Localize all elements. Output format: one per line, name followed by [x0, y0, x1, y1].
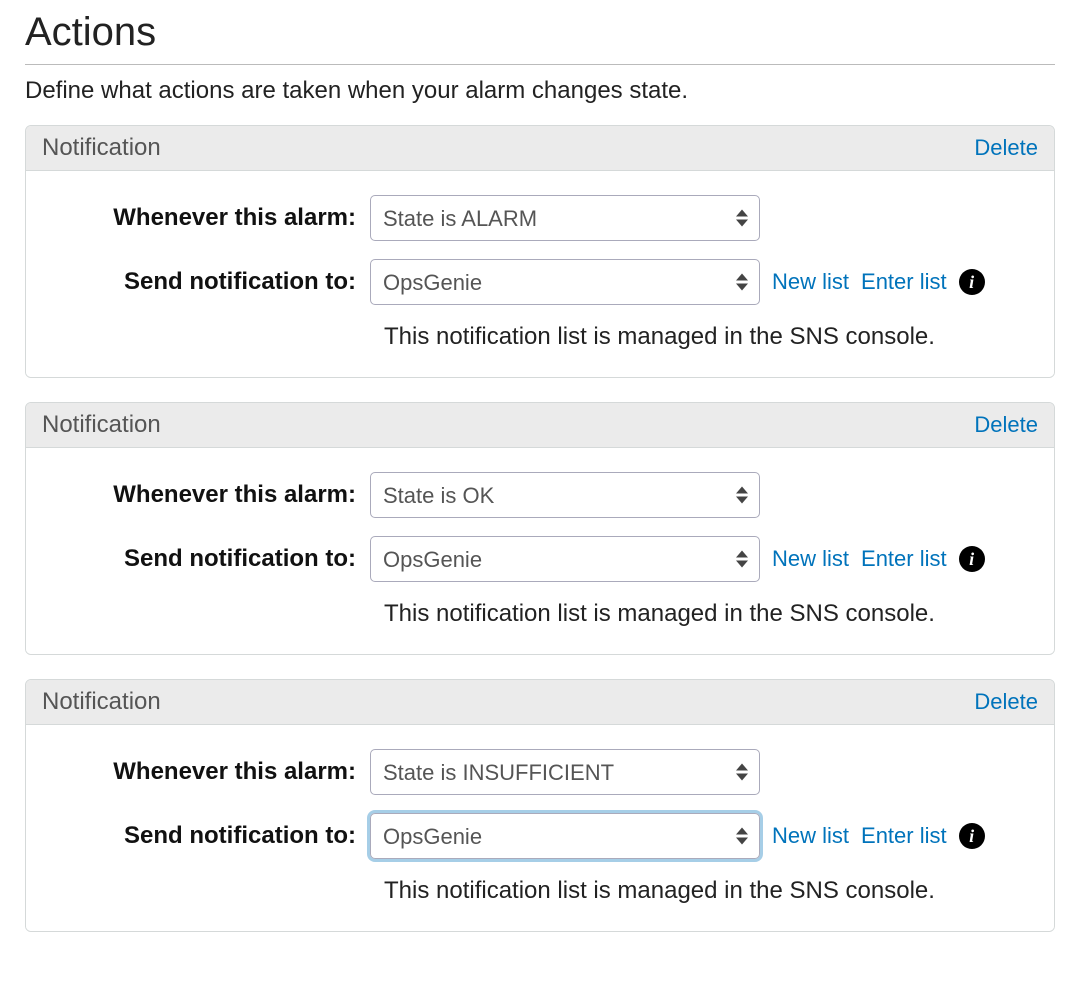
sendto-label: Send notification to: — [50, 268, 370, 296]
form-row-target: Send notification to: OpsGenie New list … — [50, 536, 1030, 582]
notification-panel: Notification Delete Whenever this alarm:… — [25, 125, 1055, 378]
target-select-wrap: OpsGenie — [370, 813, 760, 859]
state-controls: State is INSUFFICIENT — [370, 749, 1030, 795]
panel-title: Notification — [42, 134, 161, 162]
target-select-wrap: OpsGenie — [370, 536, 760, 582]
state-select-wrap: State is ALARM — [370, 195, 760, 241]
info-icon[interactable]: i — [959, 546, 985, 572]
target-controls: OpsGenie New list Enter list i — [370, 259, 1030, 305]
state-controls: State is OK — [370, 472, 1030, 518]
state-controls: State is ALARM — [370, 195, 1030, 241]
info-icon[interactable]: i — [959, 823, 985, 849]
form-row-state: Whenever this alarm: State is INSUFFICIE… — [50, 749, 1030, 795]
panel-body: Whenever this alarm: State is INSUFFICIE… — [26, 725, 1054, 931]
enter-list-link[interactable]: Enter list — [861, 546, 947, 572]
target-controls: OpsGenie New list Enter list i — [370, 536, 1030, 582]
panel-header: Notification Delete — [26, 403, 1054, 448]
page-description: Define what actions are taken when your … — [25, 77, 1055, 105]
panel-header: Notification Delete — [26, 126, 1054, 171]
enter-list-link[interactable]: Enter list — [861, 269, 947, 295]
panel-title: Notification — [42, 688, 161, 716]
sns-note: This notification list is managed in the… — [370, 600, 1030, 628]
new-list-link[interactable]: New list — [772, 269, 849, 295]
target-controls: OpsGenie New list Enter list i — [370, 813, 1030, 859]
state-select-wrap: State is INSUFFICIENT — [370, 749, 760, 795]
target-select[interactable]: OpsGenie — [370, 536, 760, 582]
sns-note: This notification list is managed in the… — [370, 877, 1030, 905]
panel-body: Whenever this alarm: State is OK Send no… — [26, 448, 1054, 654]
new-list-link[interactable]: New list — [772, 546, 849, 572]
sns-note: This notification list is managed in the… — [370, 323, 1030, 351]
delete-link[interactable]: Delete — [974, 135, 1038, 161]
target-select[interactable]: OpsGenie — [370, 813, 760, 859]
state-select[interactable]: State is OK — [370, 472, 760, 518]
page-title: Actions — [25, 10, 1055, 60]
target-select-wrap: OpsGenie — [370, 259, 760, 305]
panel-header: Notification Delete — [26, 680, 1054, 725]
notification-panel: Notification Delete Whenever this alarm:… — [25, 402, 1055, 655]
form-row-state: Whenever this alarm: State is ALARM — [50, 195, 1030, 241]
form-row-target: Send notification to: OpsGenie New list … — [50, 813, 1030, 859]
sendto-label: Send notification to: — [50, 545, 370, 573]
state-select[interactable]: State is ALARM — [370, 195, 760, 241]
delete-link[interactable]: Delete — [974, 689, 1038, 715]
sendto-label: Send notification to: — [50, 822, 370, 850]
panel-title: Notification — [42, 411, 161, 439]
whenever-label: Whenever this alarm: — [50, 758, 370, 786]
new-list-link[interactable]: New list — [772, 823, 849, 849]
target-select[interactable]: OpsGenie — [370, 259, 760, 305]
state-select[interactable]: State is INSUFFICIENT — [370, 749, 760, 795]
form-row-target: Send notification to: OpsGenie New list … — [50, 259, 1030, 305]
panel-body: Whenever this alarm: State is ALARM Send… — [26, 171, 1054, 377]
form-row-state: Whenever this alarm: State is OK — [50, 472, 1030, 518]
whenever-label: Whenever this alarm: — [50, 204, 370, 232]
whenever-label: Whenever this alarm: — [50, 481, 370, 509]
info-icon[interactable]: i — [959, 269, 985, 295]
notification-panel: Notification Delete Whenever this alarm:… — [25, 679, 1055, 932]
enter-list-link[interactable]: Enter list — [861, 823, 947, 849]
title-divider — [25, 64, 1055, 65]
state-select-wrap: State is OK — [370, 472, 760, 518]
delete-link[interactable]: Delete — [974, 412, 1038, 438]
